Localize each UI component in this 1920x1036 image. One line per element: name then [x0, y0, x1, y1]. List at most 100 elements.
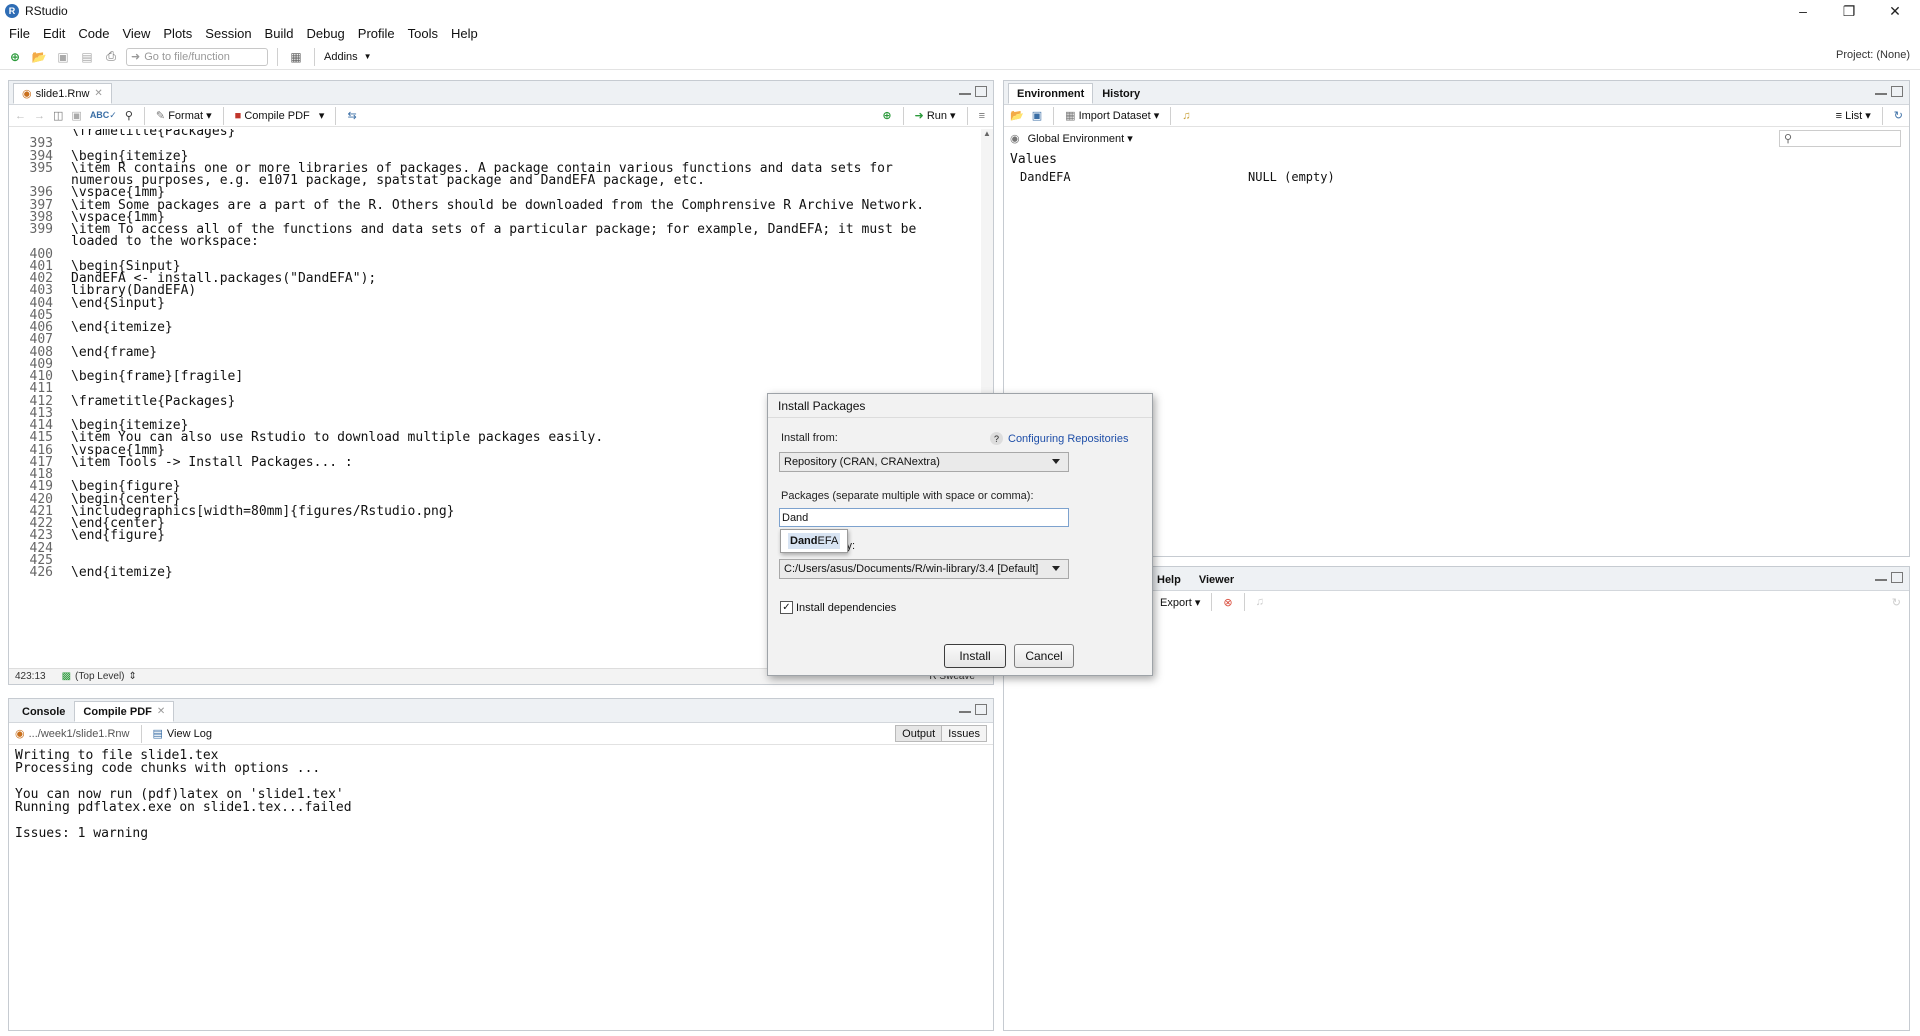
menu-plots[interactable]: Plots: [158, 26, 200, 41]
search-icon[interactable]: ⚲: [125, 109, 133, 122]
issues-button[interactable]: Issues: [942, 725, 987, 742]
minimize-pane-icon[interactable]: [1875, 86, 1887, 95]
view-log-link[interactable]: View Log: [167, 728, 212, 740]
code-line[interactable]: \end{itemize}: [71, 320, 173, 335]
chevron-down-icon: [1052, 566, 1060, 571]
install-dependencies-option[interactable]: ✓ Install dependencies: [780, 601, 896, 614]
outline-icon[interactable]: ≡: [979, 110, 985, 122]
tab-compile-pdf[interactable]: Compile PDF ✕: [74, 701, 175, 722]
install-button[interactable]: Install: [944, 644, 1006, 668]
forward-arrow-icon[interactable]: →: [34, 110, 45, 122]
broom-icon[interactable]: ♫: [1182, 110, 1190, 122]
format-menu[interactable]: ✎ Format ▾: [156, 109, 212, 122]
minimize-pane-icon[interactable]: [959, 704, 971, 713]
tab-console[interactable]: Console: [13, 701, 74, 722]
addins-menu[interactable]: Addins: [324, 51, 358, 63]
refresh-icon[interactable]: ↻: [1892, 596, 1901, 609]
menu-code[interactable]: Code: [73, 26, 117, 41]
new-file-icon[interactable]: ⊕: [6, 48, 24, 66]
env-row[interactable]: DandEFA NULL (empty): [1004, 170, 1909, 184]
install-from-select[interactable]: Repository (CRAN, CRANextra): [779, 452, 1069, 472]
close-tab-icon[interactable]: ✕: [94, 88, 102, 99]
code-line[interactable]: \end{Sinput}: [71, 296, 165, 311]
toolbar-separator: [143, 106, 145, 125]
grid-layout-icon[interactable]: ▦: [287, 48, 305, 66]
broom-icon[interactable]: ♫: [1256, 596, 1264, 608]
compare-icon[interactable]: ⇆: [347, 109, 356, 122]
toolbar-separator: [1211, 593, 1213, 611]
maximize-pane-icon[interactable]: [975, 86, 987, 97]
menu-edit[interactable]: Edit: [38, 26, 73, 41]
back-arrow-icon[interactable]: ←: [15, 110, 26, 122]
menu-tools[interactable]: Tools: [403, 26, 446, 41]
packages-input[interactable]: Dand: [779, 508, 1069, 527]
toolbar-separator: [966, 106, 968, 125]
list-view-menu[interactable]: ≡ List ▾: [1836, 109, 1871, 122]
goto-file-input[interactable]: ➜ Go to file/function: [126, 47, 268, 66]
menu-help[interactable]: Help: [446, 26, 486, 41]
minimize-pane-icon[interactable]: [1875, 572, 1887, 581]
tab-history[interactable]: History: [1093, 83, 1149, 104]
menu-session[interactable]: Session: [200, 26, 259, 41]
minimize-pane-icon[interactable]: [959, 86, 971, 95]
insert-chunk-icon[interactable]: ⊕: [882, 109, 891, 122]
install-dependencies-checkbox[interactable]: ✓: [780, 601, 793, 614]
code-line[interactable]: \item Tools -> Install Packages... :: [71, 455, 353, 470]
clear-viewer-icon[interactable]: ⊗: [1223, 596, 1232, 609]
code-line[interactable]: \frametitle{Packages}: [71, 394, 235, 409]
code-line[interactable]: loaded to the workspace:: [71, 234, 259, 249]
save-workspace-icon[interactable]: ▣: [1032, 109, 1042, 122]
open-file-icon[interactable]: 📂: [30, 48, 48, 66]
install-library-select[interactable]: C:/Users/asus/Documents/R/win-library/3.…: [779, 559, 1069, 579]
show-window-icon[interactable]: ◫: [53, 109, 63, 122]
toolbar-separator: [1243, 593, 1245, 611]
run-button[interactable]: ➜ Run ▾: [915, 109, 956, 122]
code-line[interactable]: \end{figure}: [71, 528, 165, 543]
maximize-pane-icon[interactable]: [1891, 86, 1903, 97]
compile-pdf-button[interactable]: ■ Compile PDF ▾: [235, 109, 325, 122]
minimize-window-button[interactable]: –: [1780, 0, 1826, 22]
tab-viewer[interactable]: Viewer: [1190, 569, 1243, 590]
scope-selector[interactable]: (Top Level): [75, 671, 124, 682]
tab-slide1[interactable]: ◉ slide1.Rnw ✕: [13, 83, 112, 104]
tab-environment[interactable]: Environment: [1008, 83, 1094, 104]
load-workspace-icon[interactable]: 📂: [1010, 109, 1024, 122]
toolbar-separator: [1053, 106, 1055, 125]
print-icon[interactable]: ⎙: [102, 48, 120, 66]
code-line[interactable]: \end{frame}: [71, 345, 157, 360]
maximize-pane-icon[interactable]: [975, 704, 987, 715]
close-tab-icon[interactable]: ✕: [157, 706, 165, 717]
import-dataset-menu[interactable]: ▦ Import Dataset ▾: [1065, 109, 1159, 122]
output-line: Issues: 1 warning: [15, 826, 149, 841]
save-all-icon[interactable]: ▤: [78, 48, 96, 66]
restore-window-button[interactable]: ❐: [1826, 0, 1872, 22]
menu-build[interactable]: Build: [260, 26, 302, 41]
pane-controls: [1875, 572, 1903, 583]
save-icon[interactable]: ▣: [71, 109, 81, 122]
project-menu[interactable]: Project: (None): [1836, 49, 1910, 61]
code-line[interactable]: \item Some packages are a part of the R.…: [71, 198, 924, 213]
spellcheck-icon[interactable]: ABC✓: [90, 110, 117, 121]
code-line[interactable]: \begin{frame}[fragile]: [71, 369, 243, 384]
autocomplete-suggestion[interactable]: Dand EFA: [780, 529, 849, 553]
code-line[interactable]: \frametitle{Packages}: [71, 129, 235, 139]
configuring-repositories-link[interactable]: ? Configuring Repositories: [990, 432, 1128, 445]
scroll-up-icon[interactable]: ▲: [981, 129, 993, 138]
environment-selector[interactable]: Global Environment ▾: [1028, 132, 1133, 145]
tab-help[interactable]: Help: [1148, 569, 1190, 590]
code-line[interactable]: numerous purposes, e.g. e1071 package, s…: [71, 173, 705, 188]
menu-profile[interactable]: Profile: [353, 26, 403, 41]
close-window-button[interactable]: ✕: [1872, 0, 1918, 22]
export-menu[interactable]: Export ▾: [1160, 596, 1200, 609]
code-line[interactable]: \end{itemize}: [71, 565, 173, 580]
menu-debug[interactable]: Debug: [301, 26, 352, 41]
menu-view[interactable]: View: [117, 26, 158, 41]
refresh-icon[interactable]: ↻: [1894, 109, 1903, 122]
maximize-pane-icon[interactable]: [1891, 572, 1903, 583]
save-icon[interactable]: ▣: [54, 48, 72, 66]
env-search-input[interactable]: ⚲: [1779, 129, 1901, 147]
output-button[interactable]: Output: [895, 725, 943, 742]
suggestion-match: Dand: [790, 535, 818, 547]
cancel-button[interactable]: Cancel: [1014, 644, 1074, 668]
menu-file[interactable]: File: [4, 26, 38, 41]
